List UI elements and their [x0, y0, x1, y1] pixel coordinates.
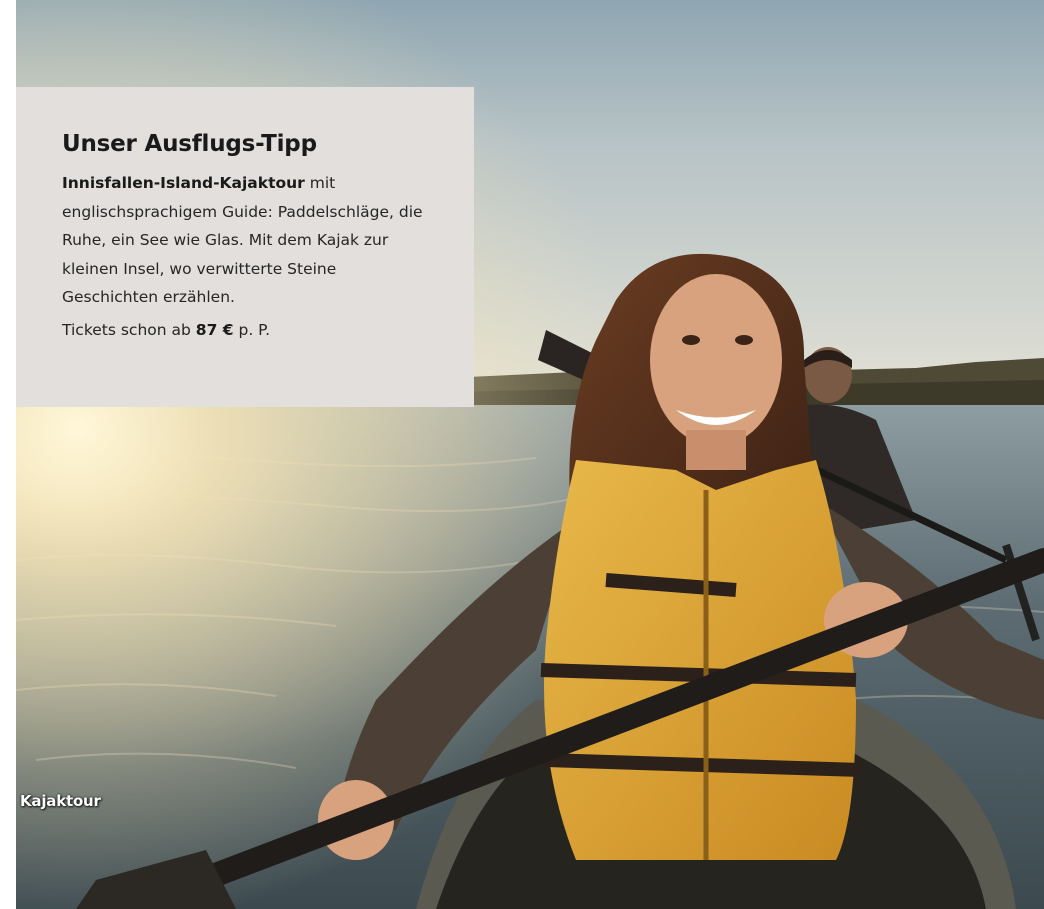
- tip-description: Innisfallen-Island-Kajaktour mit englisc…: [62, 169, 434, 312]
- photo-caption: Kajaktour: [20, 792, 101, 810]
- tip-title: Unser Ausflugs-Tipp: [62, 131, 317, 157]
- tip-description-text: mit englischsprachigem Guide: Paddelschl…: [62, 174, 423, 306]
- page: Unser Ausflugs-Tipp Innisfallen-Island-K…: [0, 0, 1044, 909]
- ticket-price-line: Tickets schon ab 87 € p. P.: [62, 318, 434, 342]
- tour-name: Innisfallen-Island-Kajaktour: [62, 174, 305, 192]
- price-suffix: p. P.: [233, 320, 271, 339]
- price-value: 87 €: [195, 320, 234, 339]
- price-prefix: Tickets schon ab: [62, 320, 196, 339]
- excursion-tip-box: Unser Ausflugs-Tipp Innisfallen-Island-K…: [16, 87, 474, 407]
